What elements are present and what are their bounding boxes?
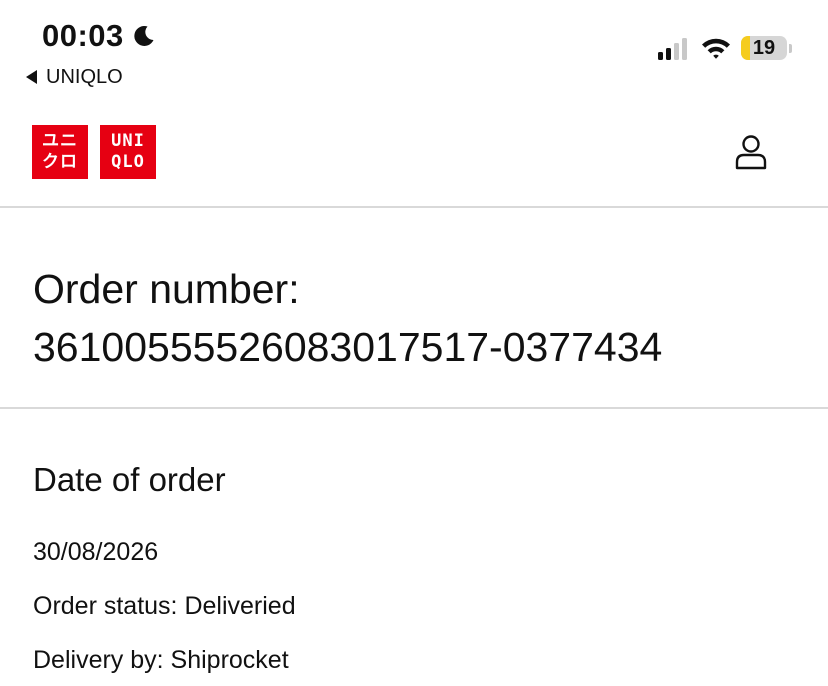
user-account-icon[interactable] <box>734 134 768 170</box>
order-details-screen: 00:03 UNIQLO 19 ユニ クロ UNI QLO Order numb… <box>0 0 828 686</box>
back-arrow-icon <box>26 70 37 84</box>
order-number-label: Order number: <box>33 266 300 312</box>
order-date-value: 30/08/2026 <box>33 538 159 566</box>
order-number-value: 36100555526083017517-0377434 <box>33 324 663 370</box>
logo-latin-box: UNI QLO <box>100 125 156 179</box>
back-app-label: UNIQLO <box>46 66 123 88</box>
delivery-carrier-text: Delivery by: Shiprocket <box>33 646 289 674</box>
wifi-icon <box>702 38 730 59</box>
logo-katakana-box: ユニ クロ <box>32 125 88 179</box>
clock-text: 00:03 <box>42 18 124 53</box>
battery-icon: 19 <box>741 36 787 60</box>
status-time: 00:03 <box>42 18 156 54</box>
battery-cap <box>789 43 792 53</box>
order-number-block: Order number: 36100555526083017517-03774… <box>33 260 662 376</box>
section-divider <box>0 407 828 409</box>
back-to-app-link[interactable]: UNIQLO <box>26 64 123 90</box>
logo-katakana-line-2: クロ <box>42 152 78 172</box>
uniqlo-logo[interactable]: ユニ クロ UNI QLO <box>32 125 156 179</box>
moon-icon <box>134 25 154 46</box>
battery-level-text: 19 <box>752 37 776 59</box>
status-indicators: 19 <box>658 36 792 60</box>
order-status-text: Order status: Deliveried <box>33 592 296 620</box>
logo-latin-line-1: UNI <box>111 131 145 151</box>
logo-katakana-line-1: ユニ <box>42 131 78 151</box>
header-divider <box>0 206 828 208</box>
cellular-signal-icon <box>658 36 690 60</box>
logo-latin-line-2: QLO <box>111 152 145 172</box>
date-of-order-heading: Date of order <box>33 461 226 498</box>
